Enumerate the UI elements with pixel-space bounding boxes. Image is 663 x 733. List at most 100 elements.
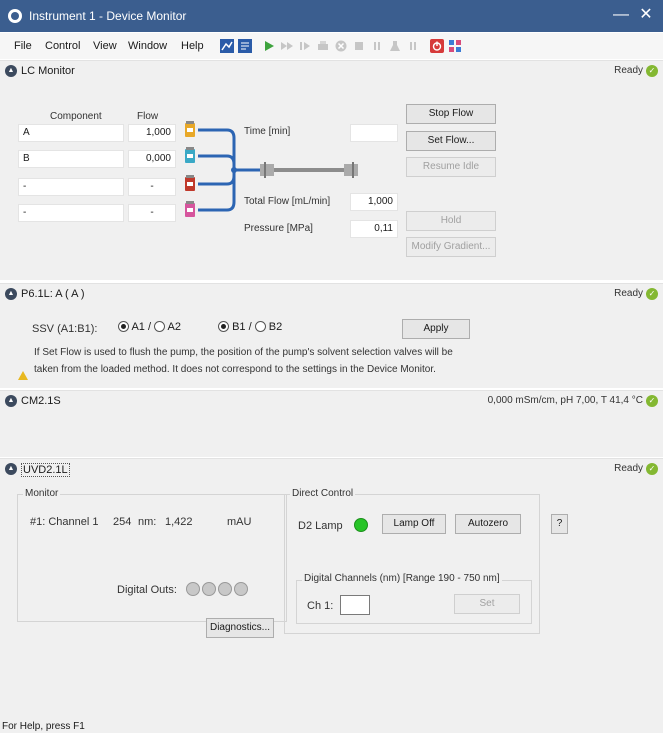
set-button[interactable]: Set	[454, 594, 520, 614]
diagnostics-button[interactable]: Diagnostics...	[206, 618, 274, 638]
ready-check-icon: ✓	[646, 65, 658, 77]
radio-a2-label: A2	[167, 321, 182, 333]
solvent-bottle-c-icon	[185, 175, 195, 191]
flow-cell[interactable]: 1,000	[128, 124, 176, 142]
digital-outs-label: Digital Outs:	[117, 584, 177, 596]
direct-control-title: Direct Control	[290, 488, 356, 499]
section-title: UVD2.1L	[21, 463, 70, 477]
column-icon	[260, 162, 358, 178]
chart-icon[interactable]	[220, 39, 234, 53]
radio-b2[interactable]	[254, 321, 266, 332]
pause-icon[interactable]	[370, 39, 384, 53]
play-icon[interactable]	[262, 39, 276, 53]
absorbance-value: 1,422	[165, 516, 193, 528]
status-text: Ready	[614, 288, 643, 299]
help-button[interactable]: ?	[551, 514, 568, 534]
ssv-note-line2: taken from the loaded method. It does no…	[34, 364, 436, 375]
apply-button[interactable]: Apply	[402, 319, 470, 339]
lc-monitor-header[interactable]: ▲ LC Monitor Ready ✓	[0, 60, 663, 80]
fast-forward-icon[interactable]	[280, 39, 294, 53]
channel-name: #1: Channel 1	[30, 516, 99, 528]
menu-view[interactable]: View	[93, 40, 117, 52]
collapse-chevron-icon[interactable]: ▲	[5, 65, 17, 77]
radio-b2-label: B2	[268, 321, 283, 333]
power-icon[interactable]	[430, 39, 444, 53]
component-cell: -	[18, 178, 124, 196]
print-icon[interactable]	[316, 39, 330, 53]
flow-header: Flow	[137, 111, 159, 122]
nm-label: nm:	[138, 516, 157, 528]
menu-file[interactable]: File	[14, 40, 32, 52]
collapse-chevron-icon[interactable]: ▲	[5, 463, 17, 475]
ch1-label: Ch 1:	[307, 600, 334, 612]
solvent-bottle-d-icon	[185, 201, 195, 217]
absorbance-unit: mAU	[227, 516, 252, 528]
radio-a1-label: A1 /	[131, 321, 152, 333]
radio-a1[interactable]	[118, 321, 129, 332]
component-header: Component	[50, 111, 102, 122]
stop-flow-button[interactable]: Stop Flow	[406, 104, 496, 124]
radio-b1[interactable]	[218, 321, 229, 332]
section-title: P6.1L: A ( A )	[21, 288, 85, 300]
d2-lamp-label: D2 Lamp	[298, 520, 343, 532]
component-cell: B	[18, 150, 124, 168]
menu-control[interactable]: Control	[45, 40, 80, 52]
window-title: Instrument 1 - Device Monitor	[29, 9, 187, 23]
uvd-header[interactable]: ▲ UVD2.1L Ready ✓	[0, 458, 663, 478]
minimize-button[interactable]: —	[611, 6, 631, 26]
hold-button[interactable]: Hold	[406, 211, 496, 231]
status-text: 0,000 mSm/cm, pH 7,00, T 41,4 °C	[487, 395, 643, 406]
ready-check-icon: ✓	[646, 288, 658, 300]
window-title-bar: Instrument 1 - Device Monitor — ✕	[0, 0, 663, 32]
flow-cell[interactable]: 0,000	[128, 150, 176, 168]
pump-header[interactable]: ▲ P6.1L: A ( A ) Ready ✓	[0, 283, 663, 303]
radio-a2[interactable]	[154, 321, 166, 332]
lamp-status-led	[354, 518, 368, 532]
stop-circle-icon[interactable]	[334, 39, 348, 53]
network-icon[interactable]	[448, 39, 462, 53]
status-text: Ready	[614, 463, 643, 474]
component-cell: A	[18, 124, 124, 142]
autozero-button[interactable]: Autozero	[455, 514, 521, 534]
stop-square-icon[interactable]	[352, 39, 366, 53]
step-icon[interactable]	[298, 39, 312, 53]
ready-check-icon: ✓	[646, 463, 658, 475]
collapse-chevron-icon[interactable]: ▲	[5, 395, 17, 407]
collapse-chevron-icon[interactable]: ▲	[5, 288, 17, 300]
wavelength-value: 254	[113, 516, 132, 528]
pressure-value: 0,11	[350, 220, 398, 238]
monitor-group	[17, 494, 287, 622]
ssv-note-line1: If Set Flow is used to flush the pump, t…	[34, 347, 453, 358]
close-button[interactable]: ✕	[636, 6, 656, 26]
ssv-b-radio-group: B1 / B2	[218, 321, 282, 333]
monitor-group-title: Monitor	[23, 488, 61, 499]
radio-b1-label: B1 /	[232, 321, 252, 333]
menu-help[interactable]: Help	[181, 40, 204, 52]
ready-check-icon: ✓	[646, 395, 658, 407]
report-icon[interactable]	[238, 39, 252, 53]
total-flow-value: 1,000	[350, 193, 398, 211]
pause-bars-icon[interactable]	[406, 39, 420, 53]
menu-window[interactable]: Window	[128, 40, 167, 52]
uvd-panel: Monitor #1: Channel 1 254 nm: 1,422 mAU …	[0, 478, 663, 721]
status-text: Ready	[614, 65, 643, 76]
flask-icon[interactable]	[388, 39, 402, 53]
ch1-input[interactable]	[340, 595, 370, 615]
solvent-bottle-a-icon	[185, 121, 195, 137]
resume-idle-button[interactable]: Resume Idle	[406, 157, 496, 177]
flow-cell[interactable]: -	[128, 204, 176, 222]
set-flow-button[interactable]: Set Flow...	[406, 131, 496, 151]
digital-channels-title: Digital Channels (nm) [Range 190 - 750 n…	[302, 573, 502, 584]
warning-icon	[18, 371, 28, 380]
time-label: Time [min]	[244, 126, 291, 137]
digital-out-4-led	[234, 582, 248, 596]
digital-out-1-led	[186, 582, 200, 596]
solvent-bottle-b-icon	[185, 147, 195, 163]
modify-gradient-button[interactable]: Modify Gradient...	[406, 237, 496, 257]
cm-header[interactable]: ▲ CM2.1S 0,000 mSm/cm, pH 7,00, T 41,4 °…	[0, 390, 663, 410]
ssv-a-radio-group: A1 / A2	[118, 321, 181, 333]
flow-cell[interactable]: -	[128, 178, 176, 196]
status-bar: For Help, press F1	[0, 721, 663, 733]
lamp-off-button[interactable]: Lamp Off	[382, 514, 446, 534]
section-title: LC Monitor	[21, 65, 75, 77]
